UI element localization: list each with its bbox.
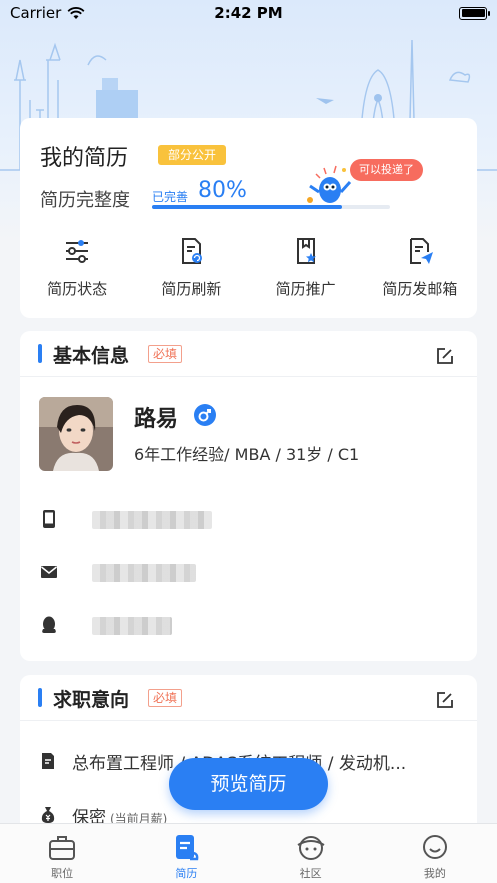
completeness-percent: 80% <box>198 178 247 203</box>
edit-icon[interactable] <box>436 691 454 709</box>
quick-action-label: 简历状态 <box>47 280 108 298</box>
briefcase-icon <box>49 836 76 860</box>
tab-profile[interactable]: 我的 <box>373 824 497 883</box>
contact-email-row[interactable] <box>40 560 440 584</box>
quick-action-label: 简历刷新 <box>161 280 222 298</box>
quick-action-promote[interactable]: 简历推广 <box>249 236 363 299</box>
phone-icon <box>43 510 55 528</box>
edit-icon[interactable] <box>436 347 454 365</box>
avatar[interactable] <box>39 397 113 471</box>
quick-action-email[interactable]: 简历发邮箱 <box>363 236 477 299</box>
basic-info-header: 基本信息 必填 <box>20 331 477 377</box>
required-tag: 必填 <box>148 345 183 363</box>
person-name: 路易 <box>134 407 179 432</box>
resume-title: 我的简历 <box>40 146 129 171</box>
money-bag-icon <box>41 807 55 823</box>
phone-redacted <box>92 511 212 529</box>
refresh-doc-icon <box>182 238 203 264</box>
email-redacted <box>92 564 196 582</box>
tab-community[interactable]: 社区 <box>249 824 373 883</box>
ready-to-apply-bubble: 可以投递了 <box>350 159 423 181</box>
quick-actions: 简历状态 简历刷新 简历推广 简历发邮箱 <box>20 236 477 299</box>
completeness-label: 简历完整度 <box>40 190 130 211</box>
required-tag: 必填 <box>148 689 183 707</box>
quick-action-status[interactable]: 简历状态 <box>20 236 134 299</box>
preview-resume-button[interactable]: 预览简历 <box>169 758 328 810</box>
tab-bar: 职位 简历 社区 我的 <box>0 823 497 883</box>
sliders-icon <box>66 240 89 263</box>
completeness-done-label: 已完善 <box>152 190 189 204</box>
mail-icon <box>41 566 57 578</box>
quick-action-label: 简历推广 <box>275 280 336 298</box>
tab-label: 我的 <box>423 867 446 880</box>
promote-doc-icon <box>296 238 316 264</box>
document-icon <box>42 753 54 769</box>
visibility-tag[interactable]: 部分公开 <box>158 145 227 165</box>
male-gender-icon <box>194 404 216 426</box>
send-doc-icon <box>409 238 433 264</box>
tab-jobs[interactable]: 职位 <box>0 824 124 883</box>
resume-summary-card: 我的简历 部分公开 简历完整度 已完善 80% 可以投递了 简历状态 简历刷新 … <box>20 118 477 318</box>
battery-icon <box>459 6 490 20</box>
qq-redacted <box>92 617 172 635</box>
job-intent-header: 求职意向 必填 <box>20 675 477 721</box>
tab-resume[interactable]: 简历 <box>124 824 248 883</box>
tab-label: 社区 <box>299 867 322 880</box>
tab-label: 职位 <box>51 867 74 880</box>
resume-icon <box>176 835 199 861</box>
qq-icon <box>42 616 56 633</box>
contact-qq-row[interactable] <box>40 613 440 637</box>
tab-label: 简历 <box>175 867 198 880</box>
basic-info-card: 基本信息 必填 路易 6年工作经验/ MBA / 31岁 / C1 <box>20 331 477 661</box>
person-meta: 6年工作经验/ MBA / 31岁 / C1 <box>134 445 360 464</box>
job-intent-title: 求职意向 <box>53 689 130 711</box>
wifi-icon <box>67 6 85 19</box>
carrier-label: Carrier <box>10 4 62 22</box>
contact-phone-row[interactable] <box>40 507 440 531</box>
quick-action-label: 简历发邮箱 <box>382 280 458 298</box>
profile-icon <box>422 835 447 859</box>
quick-action-refresh[interactable]: 简历刷新 <box>134 236 248 299</box>
section-accent-bar <box>38 344 42 363</box>
basic-info-title: 基本信息 <box>53 345 130 367</box>
status-bar: Carrier 2:42 PM <box>0 0 497 26</box>
section-accent-bar <box>38 688 42 707</box>
community-icon <box>297 836 325 860</box>
